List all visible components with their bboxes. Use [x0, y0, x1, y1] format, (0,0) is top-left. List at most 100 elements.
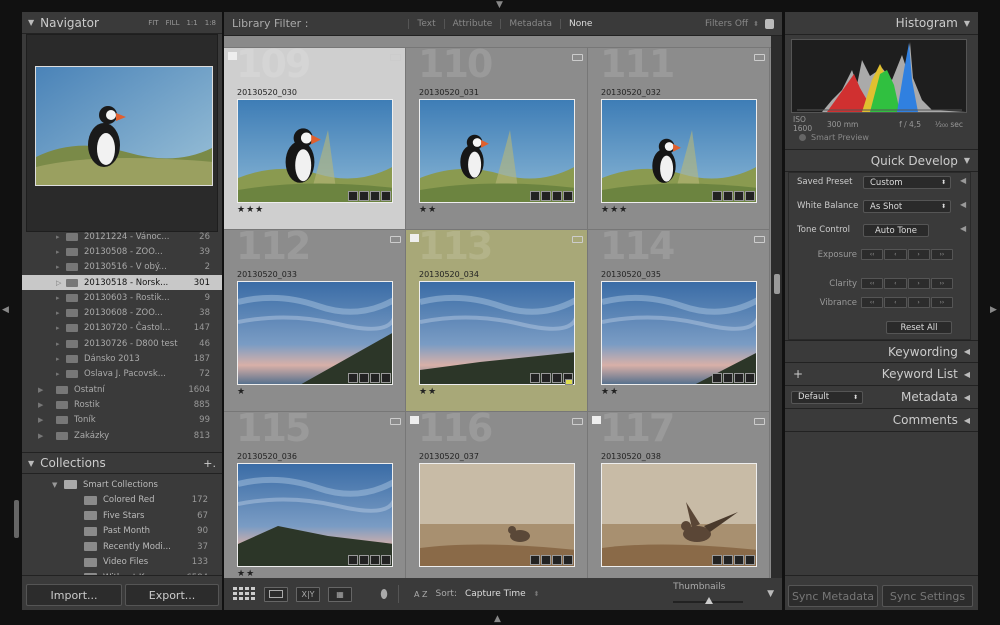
expand-triangle-icon[interactable]: ▸	[56, 233, 66, 241]
photo-thumbnail[interactable]	[237, 281, 393, 385]
expand-left-icon[interactable]: ◀	[960, 200, 966, 209]
metadata-badge-icon[interactable]	[541, 555, 551, 565]
folder-item[interactable]: ▸ Dánsko 2013 187	[22, 351, 222, 366]
sync-metadata-button[interactable]: Sync Metadata	[788, 585, 878, 607]
star-rating[interactable]: ★★★	[601, 205, 628, 215]
metadata-badge-icon[interactable]	[359, 191, 369, 201]
metadata-header[interactable]: Default ⬍ Metadata ◀	[785, 386, 978, 409]
quick-collection-icon[interactable]	[572, 418, 583, 425]
clarity-stepper[interactable]: ‹‹ ‹ › ››	[861, 278, 953, 289]
quick-collection-icon[interactable]	[390, 236, 401, 243]
flag-icon[interactable]	[592, 416, 601, 424]
star-rating[interactable]: ★★★	[237, 205, 264, 215]
grid-cell[interactable]: 115 20130520_036 ★★	[224, 412, 406, 578]
survey-view-icon[interactable]: ▦	[328, 586, 352, 602]
zoom-fit[interactable]: FIT	[148, 19, 158, 27]
flag-icon[interactable]	[410, 416, 419, 424]
photo-thumbnail[interactable]	[601, 99, 757, 203]
folder-item[interactable]: ▸ 20130516 - V obý... 2	[22, 260, 222, 275]
keyword-badge-icon[interactable]	[530, 373, 540, 383]
reset-all-button[interactable]: Reset All	[886, 321, 952, 334]
expand-triangle-icon[interactable]: ▷	[56, 279, 66, 287]
keyword-badge-icon[interactable]	[712, 555, 722, 565]
top-panel-toggle-icon[interactable]: ▼	[496, 0, 503, 10]
grid-view-icon[interactable]	[232, 587, 256, 602]
expand-triangle-icon[interactable]: ▶	[38, 432, 48, 440]
keyword-badge-icon[interactable]	[712, 191, 722, 201]
flag-icon[interactable]	[410, 234, 419, 242]
expand-triangle-icon[interactable]: ▶	[38, 416, 48, 424]
expand-triangle-icon[interactable]: ▸	[56, 263, 66, 271]
metadata-badge-icon[interactable]	[541, 191, 551, 201]
grid-cell[interactable]: 109 20130520_030 ★★★	[224, 48, 406, 230]
metadata-badge-icon[interactable]	[723, 191, 733, 201]
sort-direction-icon[interactable]: A Z	[414, 590, 428, 599]
collapse-triangle-icon[interactable]: ▼	[28, 459, 34, 468]
zoom-fill[interactable]: FILL	[166, 19, 180, 27]
sync-settings-button[interactable]: Sync Settings	[882, 585, 973, 607]
develop-badge-icon[interactable]	[563, 191, 573, 201]
expand-left-icon[interactable]: ◀	[964, 393, 970, 402]
collection-item[interactable]: Recently Modi... 37	[22, 539, 222, 555]
expand-left-icon[interactable]: ◀	[964, 347, 970, 356]
metadata-badge-icon[interactable]	[723, 555, 733, 565]
develop-badge-icon[interactable]	[745, 191, 755, 201]
expand-triangle-icon[interactable]: ▸	[56, 248, 66, 256]
grid-cell[interactable]: 112 20130520_033 ★	[224, 230, 406, 412]
loupe-view-icon[interactable]	[264, 586, 288, 602]
collection-item[interactable]: Colored Red 172	[22, 493, 222, 509]
folder-item[interactable]: ▷ 20130518 - Norsk... 301	[22, 274, 222, 291]
expand-triangle-icon[interactable]: ▸	[56, 355, 66, 363]
expand-triangle-icon[interactable]: ▶	[38, 401, 48, 409]
expand-left-icon[interactable]: ◀	[960, 224, 966, 233]
quick-collection-icon[interactable]	[572, 236, 583, 243]
filter-none[interactable]: None	[559, 18, 600, 29]
collection-item[interactable]: Video Files 133	[22, 555, 222, 571]
star-rating[interactable]: ★★	[419, 205, 437, 215]
develop-badge-icon[interactable]	[381, 373, 391, 383]
histogram-graph[interactable]	[791, 39, 967, 113]
develop-badge-icon[interactable]	[745, 555, 755, 565]
collections-header[interactable]: ▼ Collections +.	[22, 452, 222, 474]
photo-thumbnail[interactable]	[601, 281, 757, 385]
star-rating[interactable]: ★	[237, 387, 246, 397]
grid-cell[interactable]: 114 20130520_035 ★★	[588, 230, 770, 412]
quick-collection-icon[interactable]	[754, 236, 765, 243]
metadata-preset-dropdown[interactable]: Default ⬍	[791, 390, 863, 404]
navigator-preview[interactable]	[26, 34, 218, 232]
folder-item[interactable]: ▸ 20130726 - D800 test 46	[22, 336, 222, 351]
metadata-badge-icon[interactable]	[359, 373, 369, 383]
quick-collection-icon[interactable]	[572, 54, 583, 61]
vibrance-stepper[interactable]: ‹‹ ‹ › ››	[861, 297, 953, 308]
grid-cell[interactable]: 117 20130520_038	[588, 412, 770, 578]
folder-item[interactable]: ▶ Rostik 885	[22, 397, 222, 412]
expand-left-icon[interactable]: ◀	[964, 416, 970, 425]
metadata-badge-icon[interactable]	[359, 555, 369, 565]
metadata-badge-icon[interactable]	[723, 373, 733, 383]
quick-collection-icon[interactable]	[754, 418, 765, 425]
grid-cell[interactable]: 113 20130520_034 ★★	[406, 230, 588, 412]
thumbnail-size-handle[interactable]	[705, 597, 714, 604]
develop-badge-icon[interactable]	[381, 191, 391, 201]
collapse-triangle-icon[interactable]: ▼	[964, 156, 970, 165]
import-button[interactable]: Import...	[26, 584, 122, 606]
quick-collection-icon[interactable]	[390, 54, 401, 61]
grid-cell[interactable]: 111 20130520_032 ★★★	[588, 48, 770, 230]
folder-item[interactable]: ▸ 20130720 - Častol... 147	[22, 321, 222, 336]
add-collection-button[interactable]: +.	[203, 457, 216, 470]
keyword-badge-icon[interactable]	[348, 373, 358, 383]
folder-item[interactable]: ▸ 20130608 - ZOO... 38	[22, 305, 222, 320]
add-keyword-button[interactable]: +	[785, 367, 803, 381]
folder-item[interactable]: ▶ Toník 99	[22, 413, 222, 428]
crop-badge-icon[interactable]	[552, 555, 562, 565]
sort-dropdown[interactable]: Capture Time	[465, 589, 526, 599]
quick-collection-icon[interactable]	[390, 418, 401, 425]
crop-badge-icon[interactable]	[552, 373, 562, 383]
develop-badge-icon[interactable]	[563, 555, 573, 565]
scrollbar-thumb[interactable]	[774, 274, 780, 294]
flag-icon[interactable]	[228, 52, 237, 60]
filter-attribute[interactable]: Attribute	[443, 18, 501, 29]
left-panel-toggle-icon[interactable]: ◀	[2, 305, 9, 315]
photo-thumbnail[interactable]	[237, 463, 393, 567]
collapse-triangle-icon[interactable]: ▼	[964, 19, 970, 28]
